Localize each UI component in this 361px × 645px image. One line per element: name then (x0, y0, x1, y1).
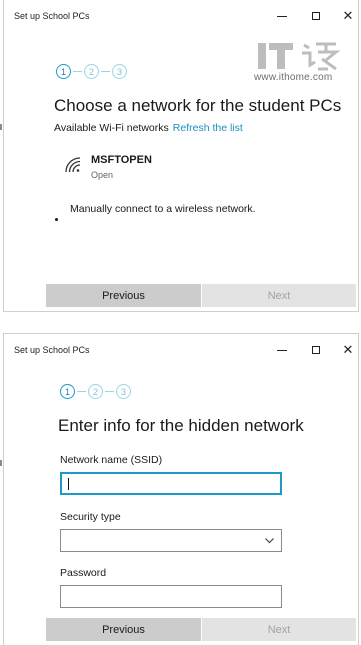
title-bar[interactable]: Set up School PCs ✕ (4, 0, 358, 30)
step-2: 2 (88, 384, 103, 399)
security-type-dropdown[interactable] (60, 529, 282, 552)
step-connector (105, 390, 114, 393)
maximize-button[interactable] (302, 6, 330, 26)
maximize-icon (312, 12, 320, 20)
wifi-icon (65, 157, 81, 173)
security-type-label: Security type (60, 511, 121, 523)
text-caret (68, 478, 69, 490)
step-1: 1 (60, 384, 75, 399)
chevron-down-icon (265, 538, 274, 544)
close-button[interactable]: ✕ (334, 6, 361, 26)
edge-mark (0, 124, 2, 130)
password-input[interactable] (60, 585, 282, 608)
next-button[interactable]: Next (202, 618, 356, 641)
step-2: 2 (84, 64, 99, 79)
close-icon: ✕ (342, 8, 354, 23)
window-title: Set up School PCs (14, 11, 90, 21)
step-connector (77, 390, 86, 393)
window-title: Set up School PCs (14, 345, 90, 355)
edge-mark (0, 460, 2, 466)
previous-button[interactable]: Previous (46, 284, 201, 307)
step-3: 3 (112, 64, 127, 79)
next-button[interactable]: Next (202, 284, 356, 307)
ssid-label: Network name (SSID) (60, 454, 163, 466)
list-bullet (55, 218, 58, 221)
wifi-list-header: Available Wi-Fi networks Refresh the list (54, 122, 243, 134)
network-name: MSFTOPEN (91, 154, 152, 166)
step-3: 3 (116, 384, 131, 399)
step-indicator: 1 2 3 (60, 384, 131, 399)
previous-button[interactable]: Previous (46, 618, 201, 641)
minimize-icon (277, 349, 287, 351)
title-bar[interactable]: Set up School PCs ✕ (4, 334, 358, 364)
minimize-icon (277, 15, 287, 17)
maximize-icon (312, 346, 320, 354)
page-title: Choose a network for the student PCs (54, 96, 342, 115)
setup-window-hidden-network: Set up School PCs ✕ 1 2 3 Enter info for… (3, 333, 359, 645)
maximize-button[interactable] (302, 340, 330, 360)
minimize-button[interactable] (268, 340, 296, 360)
watermark-url: www.ithome.com (254, 72, 333, 83)
minimize-button[interactable] (268, 6, 296, 26)
step-connector (73, 70, 82, 73)
page-title: Enter info for the hidden network (58, 416, 304, 435)
step-connector (101, 70, 110, 73)
close-button[interactable]: ✕ (334, 340, 361, 360)
wifi-list-label: Available Wi-Fi networks (54, 122, 169, 134)
password-label: Password (60, 567, 107, 579)
step-1: 1 (56, 64, 71, 79)
step-indicator: 1 2 3 (56, 64, 127, 79)
close-icon: ✕ (342, 342, 354, 357)
refresh-list-link[interactable]: Refresh the list (173, 122, 243, 134)
ssid-input[interactable] (60, 472, 282, 495)
manual-connect-link[interactable]: Manually connect to a wireless network. (70, 203, 256, 215)
network-security-status: Open (91, 170, 114, 180)
